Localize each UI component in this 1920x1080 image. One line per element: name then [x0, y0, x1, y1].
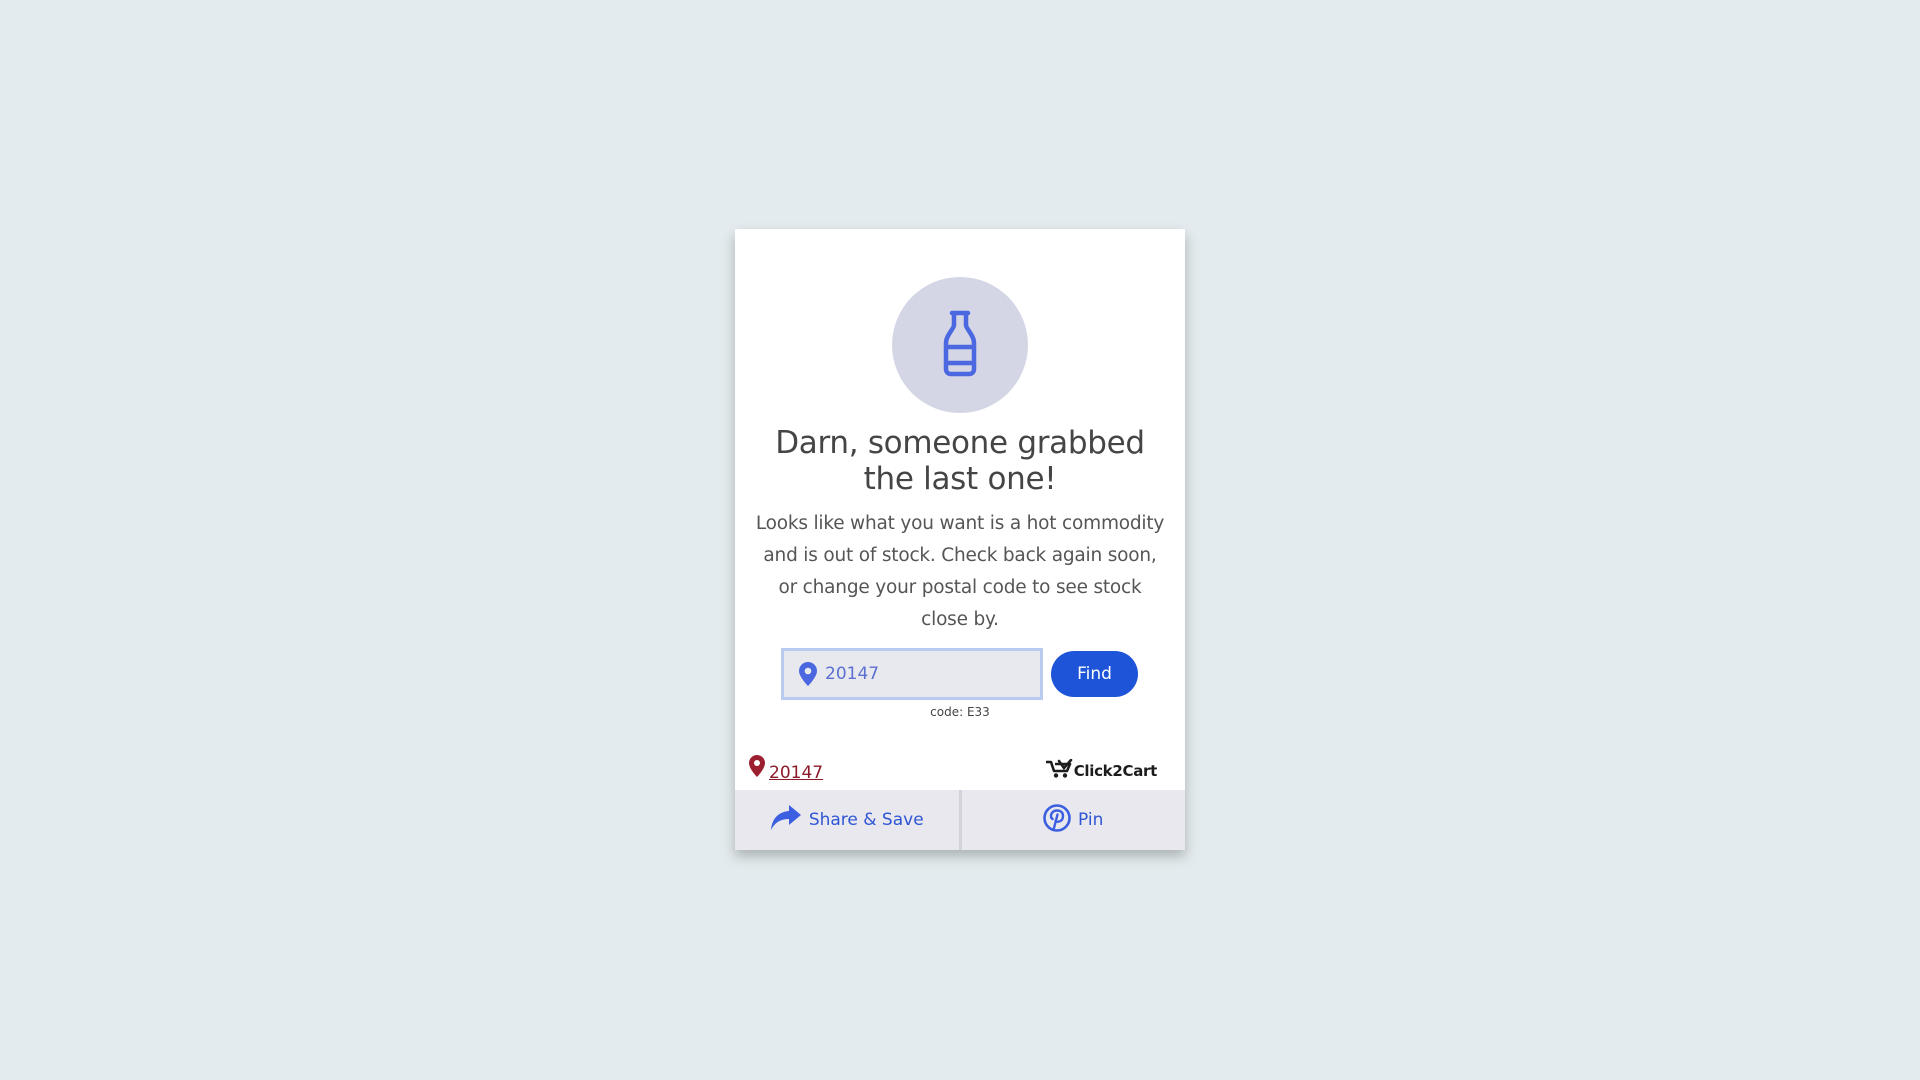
map-pin-icon: [799, 662, 817, 686]
pinterest-icon: [1043, 803, 1071, 837]
page-title: Darn, someone grabbed the last one!: [775, 425, 1145, 497]
footer-actions: Share & Save Pin: [735, 790, 1185, 850]
brand-name: Click2Cart: [1073, 762, 1158, 780]
postal-code-link[interactable]: 20147: [769, 763, 823, 783]
share-arrow-icon: [770, 804, 802, 837]
postal-search: Find: [781, 648, 1141, 700]
map-marker-icon: [749, 755, 765, 783]
cart-logo-icon: [1045, 758, 1073, 783]
current-location: 20147: [749, 755, 823, 783]
out-of-stock-card: Darn, someone grabbed the last one! Look…: [735, 229, 1185, 850]
brand-logo: Click2Cart: [1045, 758, 1158, 783]
share-save-button[interactable]: Share & Save: [735, 790, 959, 850]
bottle-icon: [940, 309, 980, 381]
postal-code-field[interactable]: [781, 648, 1043, 700]
pin-label: Pin: [1078, 810, 1104, 830]
share-save-label: Share & Save: [808, 810, 924, 830]
out-of-stock-description: Looks like what you want is a hot commod…: [755, 513, 1165, 630]
postal-code-input[interactable]: [825, 664, 1005, 684]
find-button[interactable]: Find: [1051, 651, 1138, 697]
error-code-note: code: E33: [930, 705, 990, 719]
pin-button[interactable]: Pin: [958, 790, 1186, 850]
hero-circle: [892, 277, 1028, 413]
